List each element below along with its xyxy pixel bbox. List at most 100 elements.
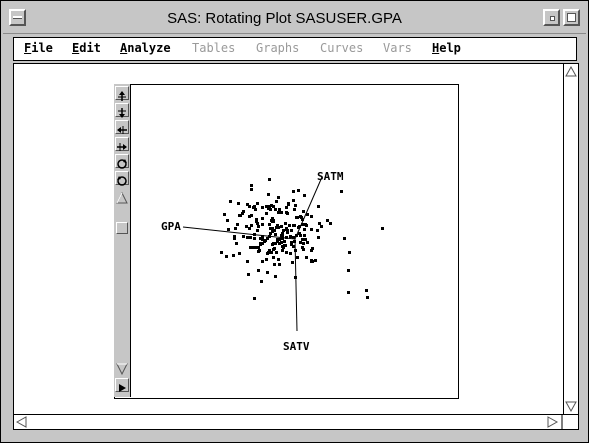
play-icon — [119, 384, 126, 392]
triangle-up-icon — [116, 191, 128, 204]
data-point — [225, 255, 228, 258]
data-point — [314, 259, 317, 262]
data-point — [248, 215, 251, 218]
data-point — [302, 242, 305, 245]
data-point — [253, 237, 256, 240]
rotate-up-icon — [118, 91, 126, 101]
rotate-clockwise-icon — [117, 159, 127, 169]
data-point — [286, 212, 289, 215]
menu-analyze[interactable]: Analyze — [120, 41, 171, 55]
scroll-right-arrow-icon[interactable] — [547, 416, 559, 428]
data-point — [235, 242, 238, 245]
data-point — [301, 246, 304, 249]
data-point — [282, 246, 285, 249]
horizontal-scrollbar[interactable] — [13, 414, 579, 430]
data-point — [381, 227, 384, 230]
menu-help[interactable]: Help — [432, 41, 461, 55]
axis-label-satm[interactable]: SATM — [317, 170, 344, 183]
data-point — [277, 211, 280, 214]
vertical-scrollbar[interactable] — [563, 63, 579, 415]
menu-curves[interactable]: Curves — [320, 41, 363, 55]
data-point — [292, 199, 295, 202]
data-point — [283, 240, 286, 243]
play-button[interactable] — [115, 378, 129, 392]
data-point — [220, 251, 223, 254]
rotate-up-button[interactable] — [115, 86, 129, 101]
data-point — [294, 204, 297, 207]
data-point — [348, 251, 351, 254]
data-point — [299, 241, 302, 244]
scroll-left-arrow-icon[interactable] — [15, 416, 27, 428]
speed-slider-down-button[interactable] — [115, 361, 129, 376]
menu-graphs[interactable]: Graphs — [256, 41, 299, 55]
speed-slider-track[interactable] — [115, 211, 129, 378]
rotate-left-button[interactable] — [115, 120, 129, 134]
data-point — [227, 228, 230, 231]
data-point — [317, 236, 320, 239]
menu-edit[interactable]: Edit — [72, 41, 101, 55]
data-point — [248, 205, 251, 208]
window-menu-icon[interactable] — [9, 9, 26, 26]
data-point — [278, 263, 281, 266]
data-point — [259, 237, 262, 240]
speed-slider-up-button[interactable] — [115, 190, 129, 204]
data-point — [272, 219, 275, 222]
data-point — [284, 222, 287, 225]
data-point — [223, 213, 226, 216]
data-point — [255, 220, 258, 223]
data-point — [340, 190, 343, 193]
data-point — [282, 229, 285, 232]
data-point — [226, 219, 229, 222]
data-point — [261, 242, 264, 245]
data-point — [318, 222, 321, 225]
menu-vars[interactable]: Vars — [383, 41, 412, 55]
data-point — [297, 189, 300, 192]
data-point — [275, 200, 278, 203]
minimize-button[interactable] — [543, 9, 560, 26]
data-point — [237, 202, 240, 205]
data-point — [317, 205, 320, 208]
axis-label-satv[interactable]: SATV — [283, 340, 310, 353]
data-point — [278, 208, 281, 211]
data-point — [273, 263, 276, 266]
data-point — [365, 289, 368, 292]
data-point — [287, 203, 290, 206]
data-point — [257, 250, 260, 253]
data-point — [251, 246, 254, 249]
data-point — [250, 188, 253, 191]
data-point — [266, 271, 269, 274]
window-title: SAS: Rotating Plot SASUSER.GPA — [167, 10, 402, 27]
data-point — [260, 280, 263, 283]
data-point — [310, 215, 313, 218]
data-point — [277, 258, 280, 261]
rotate-down-button[interactable] — [115, 103, 129, 118]
speed-slider-thumb[interactable] — [116, 222, 128, 234]
data-point — [304, 238, 307, 241]
rotating-plot[interactable]: GPA SATM SATV — [115, 85, 458, 398]
rotate-right-button[interactable] — [115, 137, 129, 151]
data-point — [242, 210, 245, 213]
rotating-plot-frame[interactable]: GPA SATM SATV — [114, 84, 459, 399]
title-bar[interactable]: SAS: Rotating Plot SASUSER.GPA — [3, 3, 586, 34]
data-point — [306, 241, 309, 244]
data-point — [254, 208, 257, 211]
menu-tables[interactable]: Tables — [192, 41, 235, 55]
menu-file[interactable]: File — [24, 41, 53, 55]
rotate-down-icon — [118, 108, 126, 118]
data-point — [274, 208, 277, 211]
data-point — [242, 235, 245, 238]
rotate-counterclockwise-button[interactable] — [115, 171, 129, 186]
data-point — [292, 190, 295, 193]
data-point — [261, 260, 264, 263]
rotate-clockwise-button[interactable] — [115, 154, 129, 169]
scroll-up-arrow-icon[interactable] — [565, 65, 577, 77]
maximize-button[interactable] — [563, 9, 580, 26]
data-point — [246, 236, 249, 239]
data-point — [285, 206, 288, 209]
axis-label-gpa[interactable]: GPA — [161, 220, 181, 233]
data-point — [291, 261, 294, 264]
data-point — [247, 273, 250, 276]
scroll-down-arrow-icon[interactable] — [565, 401, 577, 413]
data-point — [280, 211, 283, 214]
data-point — [343, 237, 346, 240]
